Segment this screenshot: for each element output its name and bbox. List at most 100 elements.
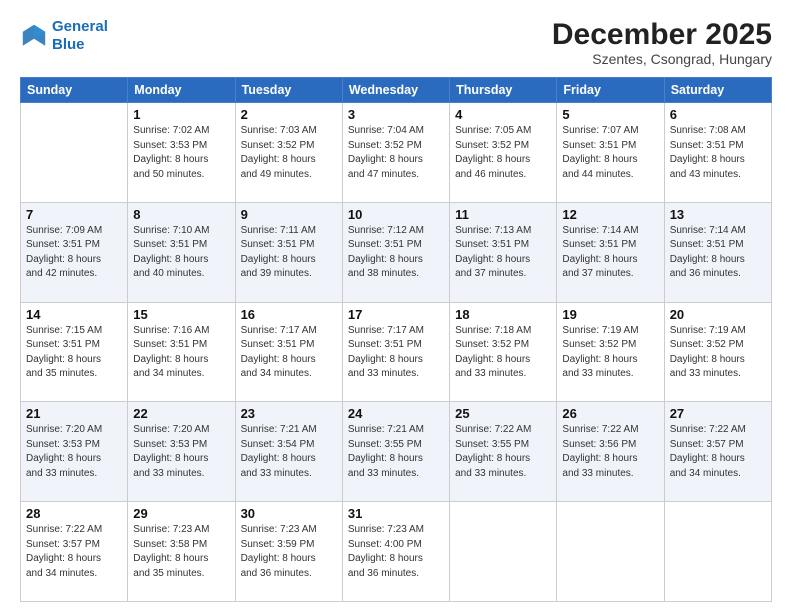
day-info: Sunrise: 7:12 AM Sunset: 3:51 PM Dayligh… xyxy=(348,224,444,282)
day-info: Sunrise: 7:15 AM Sunset: 3:51 PM Dayligh… xyxy=(26,324,122,382)
calendar-cell xyxy=(557,502,664,602)
header: General Blue December 2025 Szentes, Cson… xyxy=(20,18,772,67)
calendar-cell: 27 Sunrise: 7:22 AM Sunset: 3:57 PM Dayli… xyxy=(664,402,771,502)
calendar-cell: 20 Sunrise: 7:19 AM Sunset: 3:52 PM Dayli… xyxy=(664,302,771,402)
day-info: Sunrise: 7:22 AM Sunset: 3:56 PM Dayligh… xyxy=(562,423,658,481)
day-number: 21 xyxy=(26,406,122,421)
calendar-cell: 6 Sunrise: 7:08 AM Sunset: 3:51 PM Daylig… xyxy=(664,103,771,203)
day-info: Sunrise: 7:22 AM Sunset: 3:57 PM Dayligh… xyxy=(26,523,122,581)
day-info: Sunrise: 7:05 AM Sunset: 3:52 PM Dayligh… xyxy=(455,124,551,182)
day-number: 2 xyxy=(241,107,337,122)
day-number: 1 xyxy=(133,107,229,122)
day-number: 29 xyxy=(133,506,229,521)
weekday-header: Monday xyxy=(128,78,235,103)
calendar-cell: 18 Sunrise: 7:18 AM Sunset: 3:52 PM Dayli… xyxy=(450,302,557,402)
calendar-cell: 11 Sunrise: 7:13 AM Sunset: 3:51 PM Dayli… xyxy=(450,202,557,302)
day-number: 16 xyxy=(241,307,337,322)
day-info: Sunrise: 7:17 AM Sunset: 3:51 PM Dayligh… xyxy=(241,324,337,382)
main-title: December 2025 xyxy=(552,18,772,51)
day-info: Sunrise: 7:10 AM Sunset: 3:51 PM Dayligh… xyxy=(133,224,229,282)
calendar-cell: 29 Sunrise: 7:23 AM Sunset: 3:58 PM Dayli… xyxy=(128,502,235,602)
logo-line2: Blue xyxy=(52,36,85,53)
calendar-cell: 17Sunrise: 7:17 AM Sunset: 3:51 PM Dayli… xyxy=(342,302,449,402)
logo: General Blue xyxy=(20,18,108,54)
day-number: 13 xyxy=(670,207,766,222)
day-info: Sunrise: 7:18 AM Sunset: 3:52 PM Dayligh… xyxy=(455,324,551,382)
day-number: 7 xyxy=(26,207,122,222)
calendar-header-row: SundayMondayTuesdayWednesdayThursdayFrid… xyxy=(21,78,772,103)
calendar-week-row: 7Sunrise: 7:09 AM Sunset: 3:51 PM Daylig… xyxy=(21,202,772,302)
calendar-cell: 9 Sunrise: 7:11 AM Sunset: 3:51 PM Daylig… xyxy=(235,202,342,302)
calendar-cell: 1Sunrise: 7:02 AM Sunset: 3:53 PM Daylig… xyxy=(128,103,235,203)
day-info: Sunrise: 7:08 AM Sunset: 3:51 PM Dayligh… xyxy=(670,124,766,182)
day-number: 8 xyxy=(133,207,229,222)
day-info: Sunrise: 7:14 AM Sunset: 3:51 PM Dayligh… xyxy=(670,224,766,282)
day-info: Sunrise: 7:19 AM Sunset: 3:52 PM Dayligh… xyxy=(670,324,766,382)
calendar-cell: 23 Sunrise: 7:21 AM Sunset: 3:54 PM Dayli… xyxy=(235,402,342,502)
day-info: Sunrise: 7:13 AM Sunset: 3:51 PM Dayligh… xyxy=(455,224,551,282)
calendar-cell: 13 Sunrise: 7:14 AM Sunset: 3:51 PM Dayli… xyxy=(664,202,771,302)
day-number: 27 xyxy=(670,406,766,421)
calendar-cell: 4Sunrise: 7:05 AM Sunset: 3:52 PM Daylig… xyxy=(450,103,557,203)
subtitle: Szentes, Csongrad, Hungary xyxy=(552,51,772,67)
page: General Blue December 2025 Szentes, Cson… xyxy=(0,0,792,612)
day-number: 3 xyxy=(348,107,444,122)
calendar-cell xyxy=(21,103,128,203)
day-number: 24 xyxy=(348,406,444,421)
day-info: Sunrise: 7:21 AM Sunset: 3:55 PM Dayligh… xyxy=(348,423,444,481)
day-number: 19 xyxy=(562,307,658,322)
calendar-cell: 22Sunrise: 7:20 AM Sunset: 3:53 PM Dayli… xyxy=(128,402,235,502)
day-number: 23 xyxy=(241,406,337,421)
weekday-header: Tuesday xyxy=(235,78,342,103)
day-info: Sunrise: 7:20 AM Sunset: 3:53 PM Dayligh… xyxy=(26,423,122,481)
day-number: 26 xyxy=(562,406,658,421)
day-number: 25 xyxy=(455,406,551,421)
weekday-header: Thursday xyxy=(450,78,557,103)
day-number: 20 xyxy=(670,307,766,322)
day-info: Sunrise: 7:19 AM Sunset: 3:52 PM Dayligh… xyxy=(562,324,658,382)
title-block: December 2025 Szentes, Csongrad, Hungary xyxy=(552,18,772,67)
weekday-header: Sunday xyxy=(21,78,128,103)
day-number: 15 xyxy=(133,307,229,322)
calendar-cell: 30Sunrise: 7:23 AM Sunset: 3:59 PM Dayli… xyxy=(235,502,342,602)
day-info: Sunrise: 7:23 AM Sunset: 3:58 PM Dayligh… xyxy=(133,523,229,581)
calendar-cell xyxy=(450,502,557,602)
calendar-cell: 7Sunrise: 7:09 AM Sunset: 3:51 PM Daylig… xyxy=(21,202,128,302)
day-info: Sunrise: 7:20 AM Sunset: 3:53 PM Dayligh… xyxy=(133,423,229,481)
day-number: 30 xyxy=(241,506,337,521)
logo-line1: General xyxy=(52,18,108,35)
calendar-cell xyxy=(664,502,771,602)
weekday-header: Friday xyxy=(557,78,664,103)
calendar-cell: 16 Sunrise: 7:17 AM Sunset: 3:51 PM Dayli… xyxy=(235,302,342,402)
calendar-cell: 24 Sunrise: 7:21 AM Sunset: 3:55 PM Dayli… xyxy=(342,402,449,502)
calendar-cell: 25Sunrise: 7:22 AM Sunset: 3:55 PM Dayli… xyxy=(450,402,557,502)
day-number: 28 xyxy=(26,506,122,521)
day-info: Sunrise: 7:04 AM Sunset: 3:52 PM Dayligh… xyxy=(348,124,444,182)
day-number: 31 xyxy=(348,506,444,521)
day-number: 17 xyxy=(348,307,444,322)
calendar-cell: 31Sunrise: 7:23 AM Sunset: 4:00 PM Dayli… xyxy=(342,502,449,602)
calendar-cell: 8 Sunrise: 7:10 AM Sunset: 3:51 PM Daylig… xyxy=(128,202,235,302)
calendar-week-row: 1Sunrise: 7:02 AM Sunset: 3:53 PM Daylig… xyxy=(21,103,772,203)
calendar-week-row: 14 Sunrise: 7:15 AM Sunset: 3:51 PM Dayli… xyxy=(21,302,772,402)
day-number: 18 xyxy=(455,307,551,322)
calendar-cell: 28 Sunrise: 7:22 AM Sunset: 3:57 PM Dayli… xyxy=(21,502,128,602)
calendar-cell: 15 Sunrise: 7:16 AM Sunset: 3:51 PM Dayli… xyxy=(128,302,235,402)
calendar-cell: 26 Sunrise: 7:22 AM Sunset: 3:56 PM Dayli… xyxy=(557,402,664,502)
calendar-cell: 12Sunrise: 7:14 AM Sunset: 3:51 PM Dayli… xyxy=(557,202,664,302)
day-number: 11 xyxy=(455,207,551,222)
calendar-cell: 2Sunrise: 7:03 AM Sunset: 3:52 PM Daylig… xyxy=(235,103,342,203)
day-info: Sunrise: 7:16 AM Sunset: 3:51 PM Dayligh… xyxy=(133,324,229,382)
calendar-week-row: 21 Sunrise: 7:20 AM Sunset: 3:53 PM Dayli… xyxy=(21,402,772,502)
day-number: 14 xyxy=(26,307,122,322)
weekday-header: Saturday xyxy=(664,78,771,103)
day-number: 6 xyxy=(670,107,766,122)
day-info: Sunrise: 7:11 AM Sunset: 3:51 PM Dayligh… xyxy=(241,224,337,282)
day-number: 9 xyxy=(241,207,337,222)
day-info: Sunrise: 7:14 AM Sunset: 3:51 PM Dayligh… xyxy=(562,224,658,282)
day-info: Sunrise: 7:22 AM Sunset: 3:57 PM Dayligh… xyxy=(670,423,766,481)
day-info: Sunrise: 7:21 AM Sunset: 3:54 PM Dayligh… xyxy=(241,423,337,481)
calendar-cell: 21 Sunrise: 7:20 AM Sunset: 3:53 PM Dayli… xyxy=(21,402,128,502)
day-number: 10 xyxy=(348,207,444,222)
calendar-cell: 19 Sunrise: 7:19 AM Sunset: 3:52 PM Dayli… xyxy=(557,302,664,402)
